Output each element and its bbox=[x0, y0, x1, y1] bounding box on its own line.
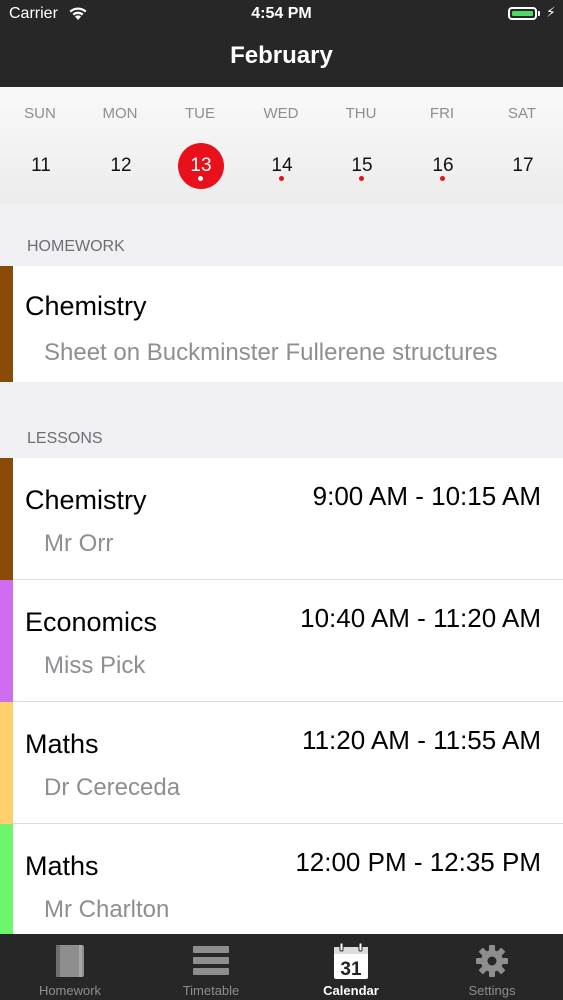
lesson-subject: Maths bbox=[25, 729, 99, 759]
day-of-week-label: SUN bbox=[24, 105, 56, 122]
week-strip: SUN 11 MON 12 TUE 13 WED 14 THU 15 FRI 1… bbox=[0, 87, 563, 204]
day-tue[interactable]: TUE 13 bbox=[160, 87, 240, 204]
gear-icon bbox=[476, 945, 508, 977]
lesson-time: 11:20 AM - 11:55 AM bbox=[302, 725, 541, 755]
event-dot bbox=[440, 176, 445, 181]
day-number: 15 bbox=[351, 155, 373, 176]
tab-label: Calendar bbox=[323, 983, 379, 998]
lessons-section-header: LESSONS bbox=[27, 430, 103, 447]
tab-label: Settings bbox=[468, 983, 516, 998]
lesson-row[interactable]: Maths 12:00 PM - 12:35 PM Mr Charlton bbox=[0, 824, 563, 934]
day-of-week-label: TUE bbox=[185, 105, 215, 122]
tab-label: Timetable bbox=[182, 983, 240, 998]
calendar-icon: 31 bbox=[334, 942, 368, 980]
lesson-subject: Maths bbox=[25, 851, 99, 881]
homework-subject: Chemistry bbox=[25, 291, 147, 321]
status-time: 4:54 PM bbox=[251, 5, 312, 22]
subject-color-bar bbox=[0, 266, 13, 382]
day-of-week-label: SAT bbox=[507, 105, 537, 122]
subject-color-bar bbox=[0, 580, 13, 702]
homework-row[interactable]: Chemistry Sheet on Buckminster Fullerene… bbox=[0, 266, 563, 382]
selected-day-number: 13 bbox=[178, 143, 224, 189]
day-thu[interactable]: THU 15 bbox=[321, 87, 401, 204]
tab-bar: Homework Timetable 31 Calendar Settings bbox=[0, 934, 563, 1000]
lesson-time: 12:00 PM - 12:35 PM bbox=[295, 847, 541, 877]
day-sat[interactable]: SAT 17 bbox=[482, 87, 562, 204]
lesson-subject: Chemistry bbox=[25, 485, 147, 515]
homework-section-header: HOMEWORK bbox=[27, 238, 125, 255]
book-icon bbox=[56, 945, 84, 977]
lesson-row[interactable]: Maths 11:20 AM - 11:55 AM Dr Cereceda bbox=[0, 702, 563, 824]
lesson-teacher: Dr Cereceda bbox=[44, 774, 181, 801]
day-number: 16 bbox=[432, 155, 454, 176]
page-title: February bbox=[230, 42, 333, 69]
top-bar: Carrier 4:54 PM ⚡ February bbox=[0, 0, 563, 87]
lesson-row[interactable]: Chemistry 9:00 AM - 10:15 AM Mr Orr bbox=[0, 458, 563, 580]
lesson-teacher: Miss Pick bbox=[44, 652, 146, 679]
lesson-time: 9:00 AM - 10:15 AM bbox=[312, 481, 541, 511]
event-dot bbox=[279, 176, 284, 181]
subject-color-bar bbox=[0, 824, 13, 934]
day-of-week-label: MON bbox=[102, 105, 138, 122]
day-wed[interactable]: WED 14 bbox=[241, 87, 321, 204]
day-mon[interactable]: MON 12 bbox=[80, 87, 160, 204]
lesson-time: 10:40 AM - 11:20 AM bbox=[300, 603, 541, 633]
event-dot bbox=[198, 176, 203, 181]
day-sun[interactable]: SUN 11 bbox=[0, 87, 80, 204]
tab-homework[interactable]: Homework bbox=[0, 934, 140, 1000]
event-dot bbox=[359, 176, 364, 181]
tab-timetable[interactable]: Timetable bbox=[141, 934, 281, 1000]
calendar-icon-number: 31 bbox=[340, 959, 362, 980]
day-of-week-label: WED bbox=[263, 105, 299, 122]
tab-settings[interactable]: Settings bbox=[422, 934, 562, 1000]
tab-label: Homework bbox=[38, 983, 102, 998]
day-number: 11 bbox=[31, 155, 51, 176]
status-bar: Carrier 4:54 PM ⚡ bbox=[0, 0, 563, 30]
subject-color-bar bbox=[0, 702, 13, 824]
homework-description: Sheet on Buckminster Fullerene structure… bbox=[44, 339, 498, 366]
battery-icon bbox=[508, 7, 537, 20]
tab-calendar[interactable]: 31 Calendar bbox=[281, 934, 421, 1000]
day-fri[interactable]: FRI 16 bbox=[402, 87, 482, 204]
lesson-subject: Economics bbox=[25, 607, 158, 637]
day-number: 17 bbox=[512, 155, 534, 176]
lesson-teacher: Mr Charlton bbox=[44, 896, 170, 923]
list-icon bbox=[193, 946, 229, 975]
lesson-teacher: Mr Orr bbox=[44, 530, 114, 557]
subject-color-bar bbox=[0, 458, 13, 580]
day-of-week-label: THU bbox=[345, 105, 377, 122]
charging-icon: ⚡ bbox=[546, 4, 556, 20]
day-number: 14 bbox=[271, 155, 293, 176]
day-number: 12 bbox=[110, 155, 132, 176]
lesson-row[interactable]: Economics 10:40 AM - 11:20 AM Miss Pick bbox=[0, 580, 563, 702]
day-of-week-label: FRI bbox=[429, 105, 455, 122]
